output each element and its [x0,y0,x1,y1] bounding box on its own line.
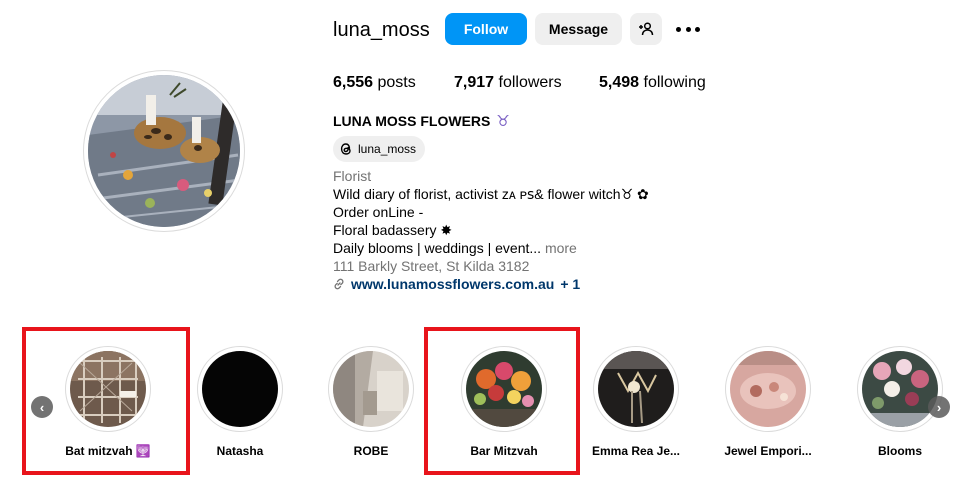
taurus-icon: ♉ [496,113,510,130]
highlight-cover-image [730,351,806,427]
highlight-jewel-emporium[interactable]: Jewel Empori... [724,346,812,458]
highlight-blooms[interactable]: Blooms [857,346,943,458]
website-url[interactable]: www.lunamossflowers.com.au [351,276,554,292]
highlight-natasha[interactable]: Natasha [197,346,283,458]
highlight-cover-image [862,351,938,427]
highlight-emma-rea-jewellery[interactable]: Emma Rea Je... [592,346,680,458]
highlight-cover-image [202,351,278,427]
threads-badge[interactable]: luna_moss [333,136,426,162]
bio-line-1: Wild diary of florist, activist ᴢᴀ ᴘꜱ& f… [333,186,649,202]
more-options-icon[interactable] [676,20,700,38]
annotation-box-bat-mitzvah [22,327,190,475]
followers-count: 7,917 [454,74,495,91]
chevron-right-icon[interactable]: › [928,396,950,418]
highlight-cover-image [598,351,674,427]
bio-line-3: Floral badassery ✸ [333,222,453,238]
highlight-label: Emma Rea Je... [591,444,681,458]
profile-address: 111 Barkly Street, St Kilda 3182 [333,258,530,274]
link-icon [334,278,344,290]
posts-label: posts [377,74,416,91]
followers-stat[interactable]: 7,917 followers [454,74,562,92]
following-stat[interactable]: 5,498 following [599,74,706,92]
bio-line-4-row: Daily blooms | weddings | event... more [333,239,577,257]
website-link[interactable]: www.lunamossflowers.com.au + 1 [333,276,580,292]
highlight-label: Jewel Empori... [724,444,812,458]
posts-stat[interactable]: 6,556 posts [333,74,416,92]
following-label: following [643,74,706,91]
annotation-box-bar-mitzvah [424,327,580,475]
profile-category: Florist [333,168,372,184]
posts-count: 6,556 [333,74,374,91]
follow-button[interactable]: Follow [445,13,527,45]
bio-more-link[interactable]: more [545,240,577,256]
profile-full-name: LUNA MOSS FLOWERS ♉ [333,112,510,130]
add-user-icon [639,22,654,36]
profile-avatar[interactable] [88,75,240,227]
profile-username: luna_moss [333,19,430,41]
threads-handle: luna_moss [358,142,417,156]
full-name-text: LUNA MOSS FLOWERS [333,113,491,129]
highlight-label: Natasha [216,444,264,458]
suggest-user-button[interactable] [630,13,662,45]
bio-line-4: Daily blooms | weddings | event... [333,240,542,256]
avatar-photo [88,75,240,227]
followers-label: followers [498,74,562,91]
highlight-robe[interactable]: ROBE [328,346,414,458]
highlight-cover-image [333,351,409,427]
highlight-label: ROBE [353,444,389,458]
bio-line-2: Order onLine - [333,204,424,220]
following-count: 5,498 [599,74,640,91]
threads-icon [340,143,351,155]
highlight-label: Blooms [877,444,922,458]
message-button[interactable]: Message [535,13,622,45]
website-extra-count[interactable]: + 1 [560,276,580,292]
